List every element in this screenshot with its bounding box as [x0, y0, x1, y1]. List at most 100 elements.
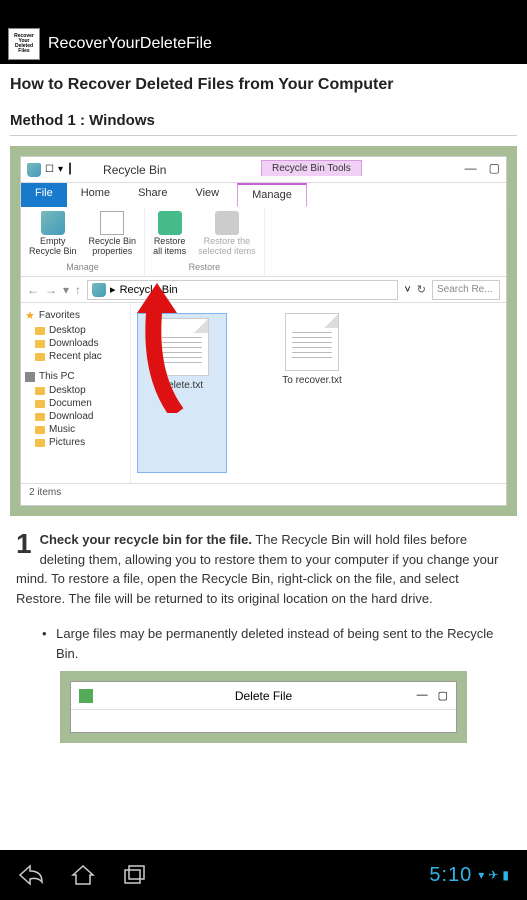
sidebar-item-download[interactable]: Download: [25, 410, 126, 423]
folder-icon: [35, 426, 45, 434]
address-dropdown-icon[interactable]: ˅: [404, 284, 410, 296]
address-bar-row: ← → ▾ ↑ ▸ Recycle Bin ˅ ↻ Search Re...: [21, 277, 506, 303]
status-bar: 2 items: [21, 483, 506, 505]
status-text: 2 items: [29, 487, 61, 498]
qat-dropdown-icon: ▾: [58, 164, 63, 175]
screenshot-1: ☐ ▾ ┃ Recycle Bin Recycle Bin Tools — ▢ …: [10, 146, 517, 516]
address-recycle-icon: [92, 283, 106, 297]
contextual-tab-label: Recycle Bin Tools: [261, 160, 362, 176]
window-title: Recycle Bin: [103, 163, 166, 177]
sidebar-thispc-header[interactable]: This PC: [25, 371, 126, 382]
restore-all-button[interactable]: Restore all items: [153, 211, 186, 260]
sidebar-item-pc-desktop[interactable]: Desktop: [25, 384, 126, 397]
tab-manage[interactable]: Manage: [237, 183, 307, 207]
sidebar-favorites-group: ★ Favorites Desktop Downloads Recent pla…: [25, 309, 126, 363]
ribbon-tabs: File Home Share View Manage: [21, 183, 506, 207]
favorites-label: Favorites: [39, 310, 80, 321]
maximize-icon[interactable]: ▢: [438, 689, 448, 702]
status-icons: ▾ ✈ ▮: [478, 868, 509, 882]
step-number: 1: [16, 530, 32, 558]
ribbon: Empty Recycle Bin Recycle Bin properties…: [21, 207, 506, 277]
sidebar-item-recent[interactable]: Recent plac: [25, 350, 126, 363]
restore-all-label: Restore all items: [153, 237, 186, 257]
minimize-icon[interactable]: —: [465, 161, 477, 175]
sidebar-item-desktop[interactable]: Desktop: [25, 324, 126, 337]
status-area: 5:10 ▾ ✈ ▮: [429, 864, 509, 887]
sidebar-favorites-header[interactable]: ★ Favorites: [25, 309, 126, 322]
qat-icon: ☐: [45, 164, 54, 175]
folder-icon: [35, 340, 45, 348]
wifi-icon: ▾: [478, 868, 484, 882]
folder-icon: [35, 387, 45, 395]
explorer-window: ☐ ▾ ┃ Recycle Bin Recycle Bin Tools — ▢ …: [20, 156, 507, 506]
nav-buttons: [18, 864, 148, 886]
app-title: RecoverYourDeleteFile: [48, 35, 212, 53]
qat-separator: ┃: [67, 164, 73, 175]
battery-icon: ▮: [502, 868, 509, 882]
empty-bin-label: Empty Recycle Bin: [29, 237, 77, 257]
tab-home[interactable]: Home: [67, 183, 124, 207]
recents-button[interactable]: [122, 864, 148, 886]
pc-icon: [25, 372, 35, 382]
folder-icon: [35, 400, 45, 408]
recycle-bin-properties-button[interactable]: Recycle Bin properties: [89, 211, 137, 260]
step-bold: Check your recycle bin for the file.: [40, 532, 252, 547]
tutorial-arrow-annotation: [127, 283, 187, 413]
minimize-icon[interactable]: —: [417, 689, 428, 702]
clock: 5:10: [429, 864, 472, 887]
thispc-label: This PC: [39, 371, 75, 382]
nav-forward-icon[interactable]: →: [45, 283, 57, 297]
article-title: How to Recover Deleted Files from Your C…: [10, 76, 517, 94]
star-icon: ★: [25, 309, 35, 322]
window-controls: — ▢: [465, 161, 500, 175]
delete-file-dialog: Delete File — ▢: [70, 681, 457, 733]
window-titlebar: ☐ ▾ ┃ Recycle Bin Recycle Bin Tools — ▢: [21, 157, 506, 183]
restore-selected-button[interactable]: Restore the selected items: [198, 211, 256, 260]
method-title: Method 1 : Windows: [10, 112, 517, 136]
sidebar-item-downloads[interactable]: Downloads: [25, 337, 126, 350]
maximize-icon[interactable]: ▢: [489, 161, 500, 175]
recycle-bin-icon: [27, 163, 41, 177]
device-status-bar: [0, 0, 527, 24]
tab-share[interactable]: Share: [124, 183, 181, 207]
folder-icon: [35, 353, 45, 361]
android-nav-bar: 5:10 ▾ ✈ ▮: [0, 850, 527, 900]
dialog-title: Delete File: [235, 689, 292, 703]
sidebar-item-documents[interactable]: Documen: [25, 397, 126, 410]
tab-view[interactable]: View: [181, 183, 233, 207]
properties-label: Recycle Bin properties: [89, 237, 137, 257]
group-label-manage: Manage: [29, 262, 136, 272]
home-button[interactable]: [70, 864, 96, 886]
nav-dropdown-icon[interactable]: ▾: [63, 283, 69, 297]
restore-selected-icon: [215, 211, 239, 235]
restore-selected-label: Restore the selected items: [198, 237, 256, 257]
airplane-icon: ✈: [488, 868, 498, 882]
file-label: To recover.txt: [282, 375, 341, 386]
back-button[interactable]: [18, 864, 44, 886]
restore-all-icon: [158, 211, 182, 235]
empty-bin-icon: [41, 211, 65, 235]
folder-icon: [35, 439, 45, 447]
sidebar-item-pictures[interactable]: Pictures: [25, 436, 126, 449]
screenshot-2: Delete File — ▢: [60, 671, 467, 743]
empty-recycle-bin-button[interactable]: Empty Recycle Bin: [29, 211, 77, 260]
dialog-titlebar: Delete File — ▢: [71, 682, 456, 710]
refresh-icon[interactable]: ↻: [417, 283, 426, 296]
search-input[interactable]: Search Re...: [432, 280, 500, 300]
search-placeholder: Search Re...: [437, 284, 493, 295]
article-content[interactable]: How to Recover Deleted Files from Your C…: [0, 64, 527, 850]
nav-up-icon[interactable]: ↑: [75, 283, 81, 297]
nav-back-icon[interactable]: ←: [27, 283, 39, 297]
titlebar-left: ☐ ▾ ┃: [21, 163, 73, 177]
group-label-restore: Restore: [153, 262, 256, 272]
app-icon-text: Recover Your Deleted Files: [9, 34, 39, 54]
file-pane[interactable]: Delete.txt To recover.txt: [131, 303, 506, 483]
properties-icon: [100, 211, 124, 235]
dialog-icon: [79, 689, 93, 703]
step-1-text: 1 Check your recycle bin for the file. T…: [10, 516, 517, 616]
sidebar-item-music[interactable]: Music: [25, 423, 126, 436]
folder-icon: [35, 413, 45, 421]
file-to-recover-txt[interactable]: To recover.txt: [267, 313, 357, 473]
step-bullet: Large files may be permanently deleted i…: [56, 624, 517, 663]
tab-file[interactable]: File: [21, 183, 67, 207]
